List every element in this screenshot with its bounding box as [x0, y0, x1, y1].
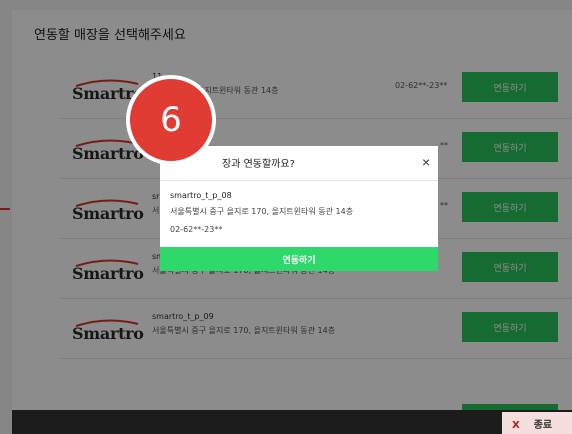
bottom-bar: [12, 410, 572, 434]
close-x-icon: X: [512, 419, 520, 431]
dialog-store-address: 서울특별시 중구 을지로 170, 을지트윈타워 동관 14층: [170, 207, 354, 216]
dialog-title: 장과 연동할까요?: [222, 159, 295, 170]
exit-button[interactable]: X 종료: [502, 412, 572, 434]
step-number-badge: 6: [126, 75, 216, 165]
exit-label: 종료: [533, 419, 553, 431]
dialog-link-button[interactable]: 연동하기: [160, 247, 438, 271]
dialog-store-name: smartro_t_p_08: [170, 191, 232, 200]
confirm-dialog: 장과 연동할까요? × smartro_t_p_08 서울특별시 중구 을지로 …: [160, 146, 438, 271]
dialog-divider: [160, 180, 438, 181]
close-icon[interactable]: ×: [416, 153, 436, 171]
dialog-store-phone: 02-62**-23**: [170, 225, 223, 234]
